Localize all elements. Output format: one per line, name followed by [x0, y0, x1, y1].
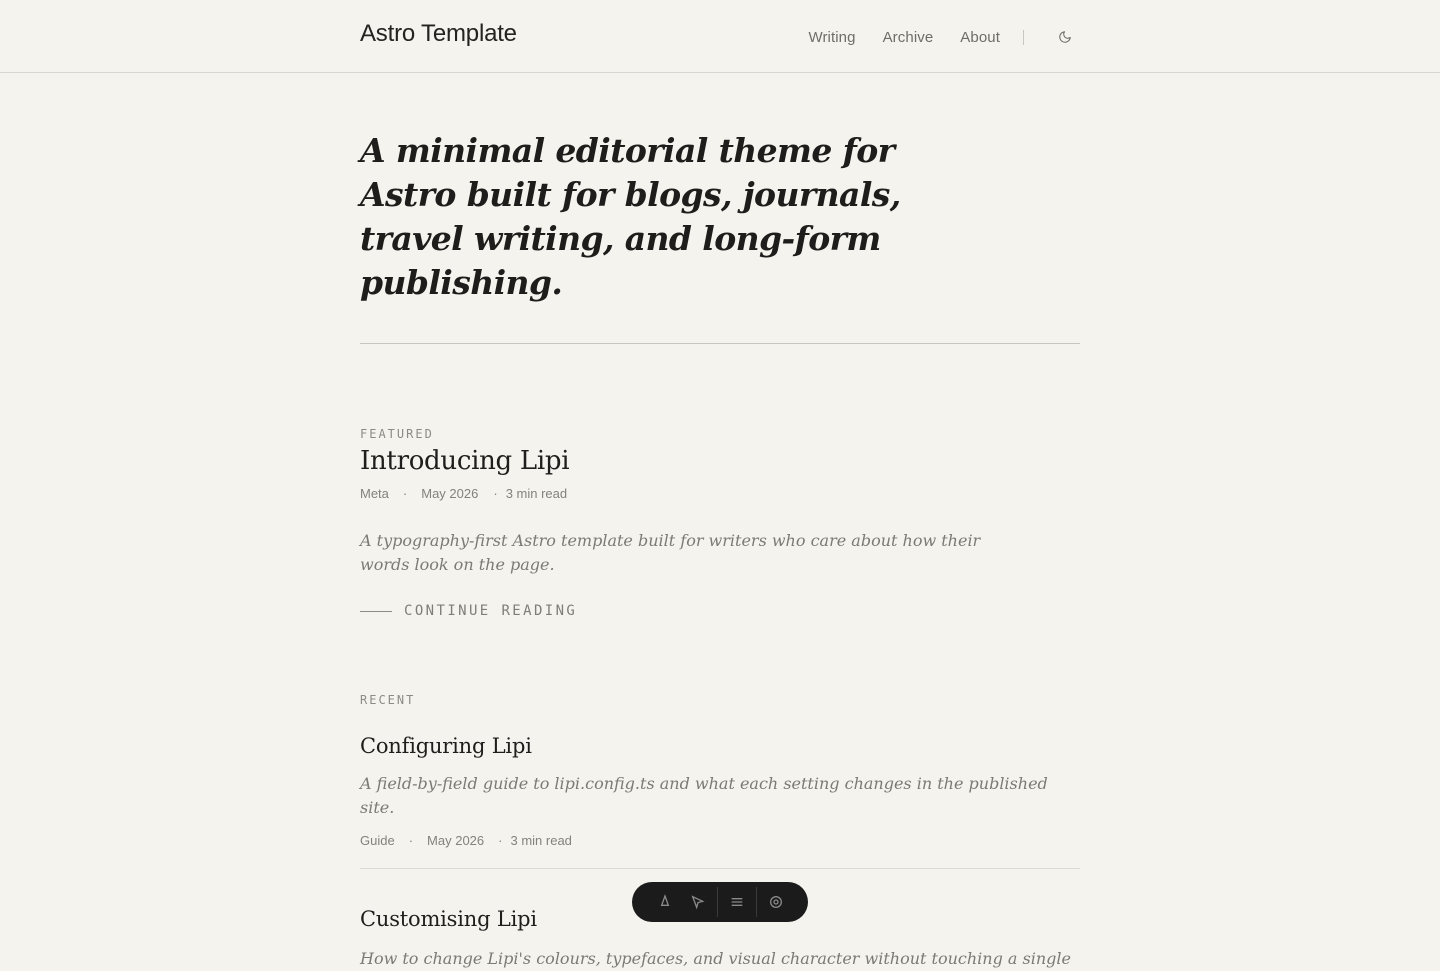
post-excerpt: How to change Lipi's colours, typefaces,…	[360, 949, 1071, 968]
hero-divider	[360, 343, 1080, 344]
post-category: Meta	[360, 486, 389, 501]
meta-separator: ·	[402, 486, 408, 501]
main-content: A minimal editorial theme for Astro buil…	[360, 73, 1080, 971]
toolbar-inspect-button[interactable]	[684, 890, 712, 914]
site-brand[interactable]: Astro Template	[360, 20, 517, 48]
featured-post-title[interactable]: Introducing Lipi	[360, 446, 1080, 476]
dev-toolbar	[632, 882, 808, 922]
meta-separator: ·	[408, 833, 414, 848]
post-excerpt: A field-by-field guide to lipi.config.ts…	[360, 774, 1048, 817]
featured-section: FEATURED Introducing Lipi Meta · May 202…	[360, 427, 1080, 619]
site-header: Astro Template Writing Archive About	[0, 0, 1440, 73]
meta-separator: ·	[493, 486, 498, 501]
toolbar-menu-button[interactable]	[723, 890, 751, 914]
post-title[interactable]: Configuring Lipi	[360, 734, 1080, 758]
post-read-time: 3 min read	[510, 833, 572, 848]
post-meta: Guide · May 2026 · 3 min read	[360, 833, 1080, 848]
featured-post-meta: Meta · May 2026 · 3 min read	[360, 486, 1080, 501]
nav-divider	[1023, 29, 1024, 45]
astro-icon	[660, 894, 669, 906]
toolbar-settings-button[interactable]	[762, 890, 790, 914]
toolbar-astro-button[interactable]	[651, 890, 679, 914]
post-category: Guide	[360, 833, 395, 848]
list-item: Configuring Lipi A field-by-field guide …	[360, 734, 1080, 869]
main-nav: Writing Archive About	[808, 27, 1080, 47]
settings-icon	[769, 896, 782, 908]
hero-tagline: A minimal editorial theme for Astro buil…	[360, 131, 901, 302]
inspect-icon	[690, 895, 705, 910]
continue-reading-label: CONTINUE READING	[404, 603, 578, 619]
post-date: May 2026	[427, 833, 485, 848]
nav-about[interactable]: About	[960, 29, 1000, 46]
post-date: May 2026	[421, 486, 479, 501]
nav-writing[interactable]: Writing	[808, 29, 855, 46]
toolbar-divider	[755, 887, 757, 917]
nav-archive[interactable]: Archive	[883, 29, 934, 46]
recent-label: RECENT	[360, 693, 416, 707]
toolbar-divider	[716, 887, 718, 917]
continue-reading-link[interactable]: CONTINUE READING	[360, 603, 1080, 619]
featured-post-excerpt: A typography-first Astro template built …	[360, 531, 981, 574]
meta-separator: ·	[498, 833, 503, 848]
theme-toggle-button[interactable]	[1050, 27, 1080, 47]
post-read-time: 3 min read	[505, 486, 568, 501]
moon-icon	[1059, 31, 1071, 43]
continue-reading-rule	[360, 610, 392, 612]
menu-icon	[731, 898, 742, 906]
featured-label: FEATURED	[360, 427, 434, 441]
recent-section: RECENT Configuring Lipi A field-by-field…	[360, 693, 1080, 971]
